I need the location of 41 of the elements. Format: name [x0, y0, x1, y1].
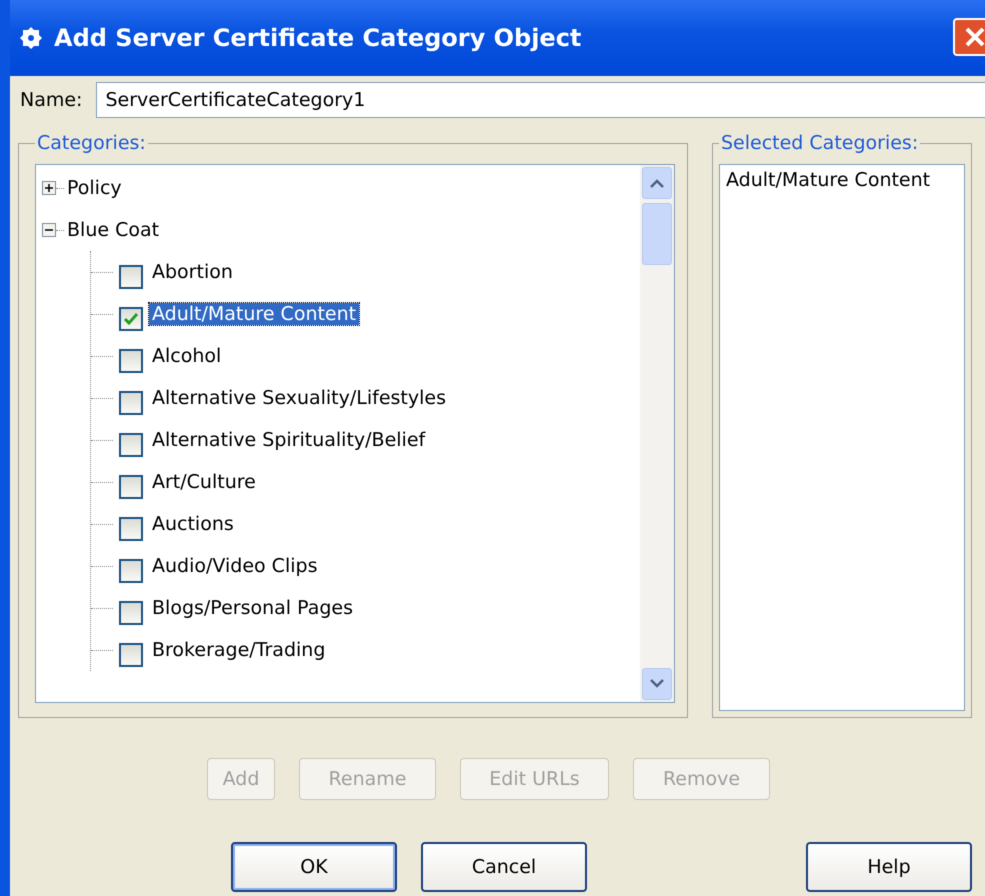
- dialog-button[interactable]: Help: [806, 842, 972, 892]
- scroll-up-icon[interactable]: [649, 178, 665, 188]
- categories-legend: Categories:: [35, 132, 148, 154]
- name-label: Name:: [20, 89, 82, 111]
- gear-icon: [18, 25, 44, 51]
- tree-item[interactable]: Blogs/Personal Pages: [149, 597, 356, 619]
- close-button[interactable]: [953, 18, 985, 56]
- tree-item[interactable]: Audio/Video Clips: [149, 555, 320, 577]
- expand-icon[interactable]: [42, 181, 56, 195]
- name-input[interactable]: ServerCertificateCategory1: [96, 82, 985, 118]
- tree-item[interactable]: Adult/Mature Content: [149, 303, 360, 325]
- window-title: Add Server Certificate Category Object: [54, 24, 582, 52]
- tree-item[interactable]: Abortion: [149, 261, 236, 283]
- checkbox[interactable]: [119, 433, 143, 457]
- dialog-button[interactable]: Cancel: [421, 842, 587, 892]
- close-icon: [963, 25, 985, 49]
- tree-item[interactable]: Alcohol: [149, 345, 224, 367]
- checkbox[interactable]: [119, 307, 143, 331]
- collapse-icon[interactable]: [42, 223, 56, 237]
- list-item[interactable]: Adult/Mature Content: [723, 169, 961, 191]
- dialog-button[interactable]: OK: [231, 842, 397, 892]
- tree-item[interactable]: Blue Coat: [64, 219, 162, 241]
- tree-item[interactable]: Art/Culture: [149, 471, 259, 493]
- tree-item[interactable]: Brokerage/Trading: [149, 639, 328, 661]
- checkbox[interactable]: [119, 643, 143, 667]
- tree-item[interactable]: Auctions: [149, 513, 237, 535]
- selected-categories-legend: Selected Categories:: [719, 132, 920, 154]
- checkbox[interactable]: [119, 391, 143, 415]
- tree-item[interactable]: Alternative Sexuality/Lifestyles: [149, 387, 449, 409]
- tree-item[interactable]: Policy: [64, 177, 125, 199]
- checkbox[interactable]: [119, 265, 143, 289]
- checkbox[interactable]: [119, 517, 143, 541]
- scrollbar-thumb[interactable]: [642, 203, 672, 265]
- checkbox[interactable]: [119, 475, 143, 499]
- tree-item[interactable]: Alternative Spirituality/Belief: [149, 429, 428, 451]
- check-icon: [123, 311, 139, 327]
- scrollbar[interactable]: [640, 165, 674, 702]
- checkbox[interactable]: [119, 349, 143, 373]
- scroll-down-icon[interactable]: [649, 679, 665, 689]
- checkbox[interactable]: [119, 601, 143, 625]
- checkbox[interactable]: [119, 559, 143, 583]
